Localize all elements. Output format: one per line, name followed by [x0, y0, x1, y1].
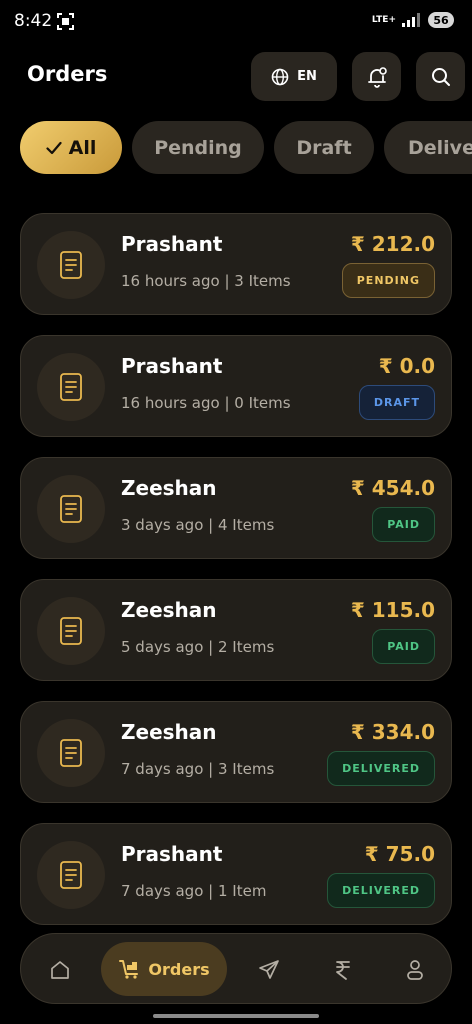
- language-label: EN: [297, 69, 317, 84]
- order-meta: 7 days ago | 1 Item: [121, 882, 266, 900]
- notifications-button[interactable]: [352, 52, 401, 101]
- order-icon-wrap: [37, 597, 105, 665]
- send-icon: [259, 959, 279, 979]
- bell-icon: [367, 66, 387, 88]
- filter-chip-all[interactable]: All: [20, 121, 122, 174]
- order-meta: 16 hours ago | 0 Items: [121, 394, 291, 412]
- customer-name: Prashant: [121, 842, 223, 866]
- status-right: LTE+ 56: [372, 12, 454, 28]
- customer-name: Prashant: [121, 232, 223, 256]
- screen: 8:42 LTE+ 56 Orders EN All Pending Draft…: [0, 0, 472, 1024]
- document-icon: [60, 861, 82, 889]
- status-badge: PAID: [372, 629, 435, 664]
- filter-chip-pending[interactable]: Pending: [132, 121, 264, 174]
- order-amount: ₹ 454.0: [350, 476, 435, 500]
- order-time: 5 days ago: [121, 638, 204, 656]
- order-amount: ₹ 75.0: [364, 842, 435, 866]
- filter-chips: All Pending Draft Delive: [20, 121, 472, 174]
- language-button[interactable]: EN: [251, 52, 337, 101]
- nav-profile[interactable]: [393, 934, 437, 1005]
- page-title: Orders: [27, 62, 108, 86]
- status-badge: PENDING: [341, 263, 435, 298]
- check-icon: [46, 141, 62, 154]
- order-time: 16 hours ago: [121, 394, 220, 412]
- order-time: 7 days ago: [121, 882, 204, 900]
- order-items: | 3 Items: [224, 272, 291, 290]
- home-indicator[interactable]: [153, 1014, 319, 1018]
- search-icon: [431, 67, 450, 86]
- order-time: 3 days ago: [121, 516, 204, 534]
- order-card[interactable]: Zeeshan 5 days ago | 2 Items ₹ 115.0 PAI…: [20, 579, 452, 681]
- order-card[interactable]: Zeeshan 3 days ago | 4 Items ₹ 454.0 PAI…: [20, 457, 452, 559]
- order-items: | 4 Items: [208, 516, 275, 534]
- cart-icon: [119, 960, 139, 979]
- network-label: LTE+: [371, 15, 396, 25]
- globe-icon: [271, 68, 289, 85]
- document-icon: [60, 373, 82, 401]
- nav-payments[interactable]: [321, 934, 365, 1005]
- rupee-icon: [336, 960, 350, 980]
- document-icon: [60, 617, 82, 645]
- nav-orders[interactable]: Orders: [101, 942, 227, 996]
- status-time: 8:42: [14, 11, 53, 31]
- bottom-nav: Orders: [20, 933, 452, 1004]
- customer-name: Prashant: [121, 354, 223, 378]
- customer-name: Zeeshan: [121, 476, 217, 500]
- order-card[interactable]: Prashant 16 hours ago | 0 Items ₹ 0.0 DR…: [20, 335, 452, 437]
- order-items: | 0 Items: [224, 394, 291, 412]
- order-amount: ₹ 334.0: [350, 720, 435, 744]
- order-time: 16 hours ago: [121, 272, 220, 290]
- filter-chip-label: Pending: [154, 136, 242, 159]
- order-meta: 16 hours ago | 3 Items: [121, 272, 291, 290]
- customer-name: Zeeshan: [121, 720, 217, 744]
- filter-chip-label: Delive: [408, 136, 472, 159]
- order-icon-wrap: [37, 353, 105, 421]
- status-badge: DRAFT: [358, 385, 435, 420]
- nav-send[interactable]: [247, 934, 291, 1005]
- order-meta: 3 days ago | 4 Items: [121, 516, 274, 534]
- order-items: | 1 Item: [208, 882, 267, 900]
- order-items: | 2 Items: [208, 638, 275, 656]
- nav-home[interactable]: [38, 934, 82, 1005]
- status-bar: 8:42 LTE+ 56: [0, 0, 472, 44]
- order-items: | 3 Items: [208, 760, 275, 778]
- order-card[interactable]: Prashant 16 hours ago | 3 Items ₹ 212.0 …: [20, 213, 452, 315]
- status-badge: DELIVERED: [327, 873, 435, 908]
- nav-orders-label: Orders: [148, 959, 210, 979]
- filter-chip-label: Draft: [296, 136, 352, 159]
- order-amount: ₹ 0.0: [378, 354, 435, 378]
- status-badge: DELIVERED: [327, 751, 435, 786]
- order-icon-wrap: [37, 719, 105, 787]
- filter-chip-draft[interactable]: Draft: [274, 121, 374, 174]
- order-meta: 5 days ago | 2 Items: [121, 638, 274, 656]
- search-button[interactable]: [416, 52, 465, 101]
- signal-icon: [402, 13, 420, 27]
- document-icon: [60, 251, 82, 279]
- battery-indicator: 56: [428, 12, 454, 28]
- document-icon: [60, 739, 82, 767]
- order-icon-wrap: [37, 475, 105, 543]
- status-badge: PAID: [372, 507, 435, 542]
- order-card[interactable]: Prashant 7 days ago | 1 Item ₹ 75.0 DELI…: [20, 823, 452, 925]
- customer-name: Zeeshan: [121, 598, 217, 622]
- filter-chip-label: All: [68, 136, 97, 159]
- document-icon: [60, 495, 82, 523]
- screen-record-icon: [57, 13, 74, 30]
- order-time: 7 days ago: [121, 760, 204, 778]
- order-icon-wrap: [37, 231, 105, 299]
- order-amount: ₹ 212.0: [350, 232, 435, 256]
- profile-icon: [407, 959, 423, 980]
- order-amount: ₹ 115.0: [350, 598, 435, 622]
- order-icon-wrap: [37, 841, 105, 909]
- home-icon: [51, 960, 69, 979]
- order-meta: 7 days ago | 3 Items: [121, 760, 274, 778]
- filter-chip-delivered[interactable]: Delive: [384, 121, 472, 174]
- order-card[interactable]: Zeeshan 7 days ago | 3 Items ₹ 334.0 DEL…: [20, 701, 452, 803]
